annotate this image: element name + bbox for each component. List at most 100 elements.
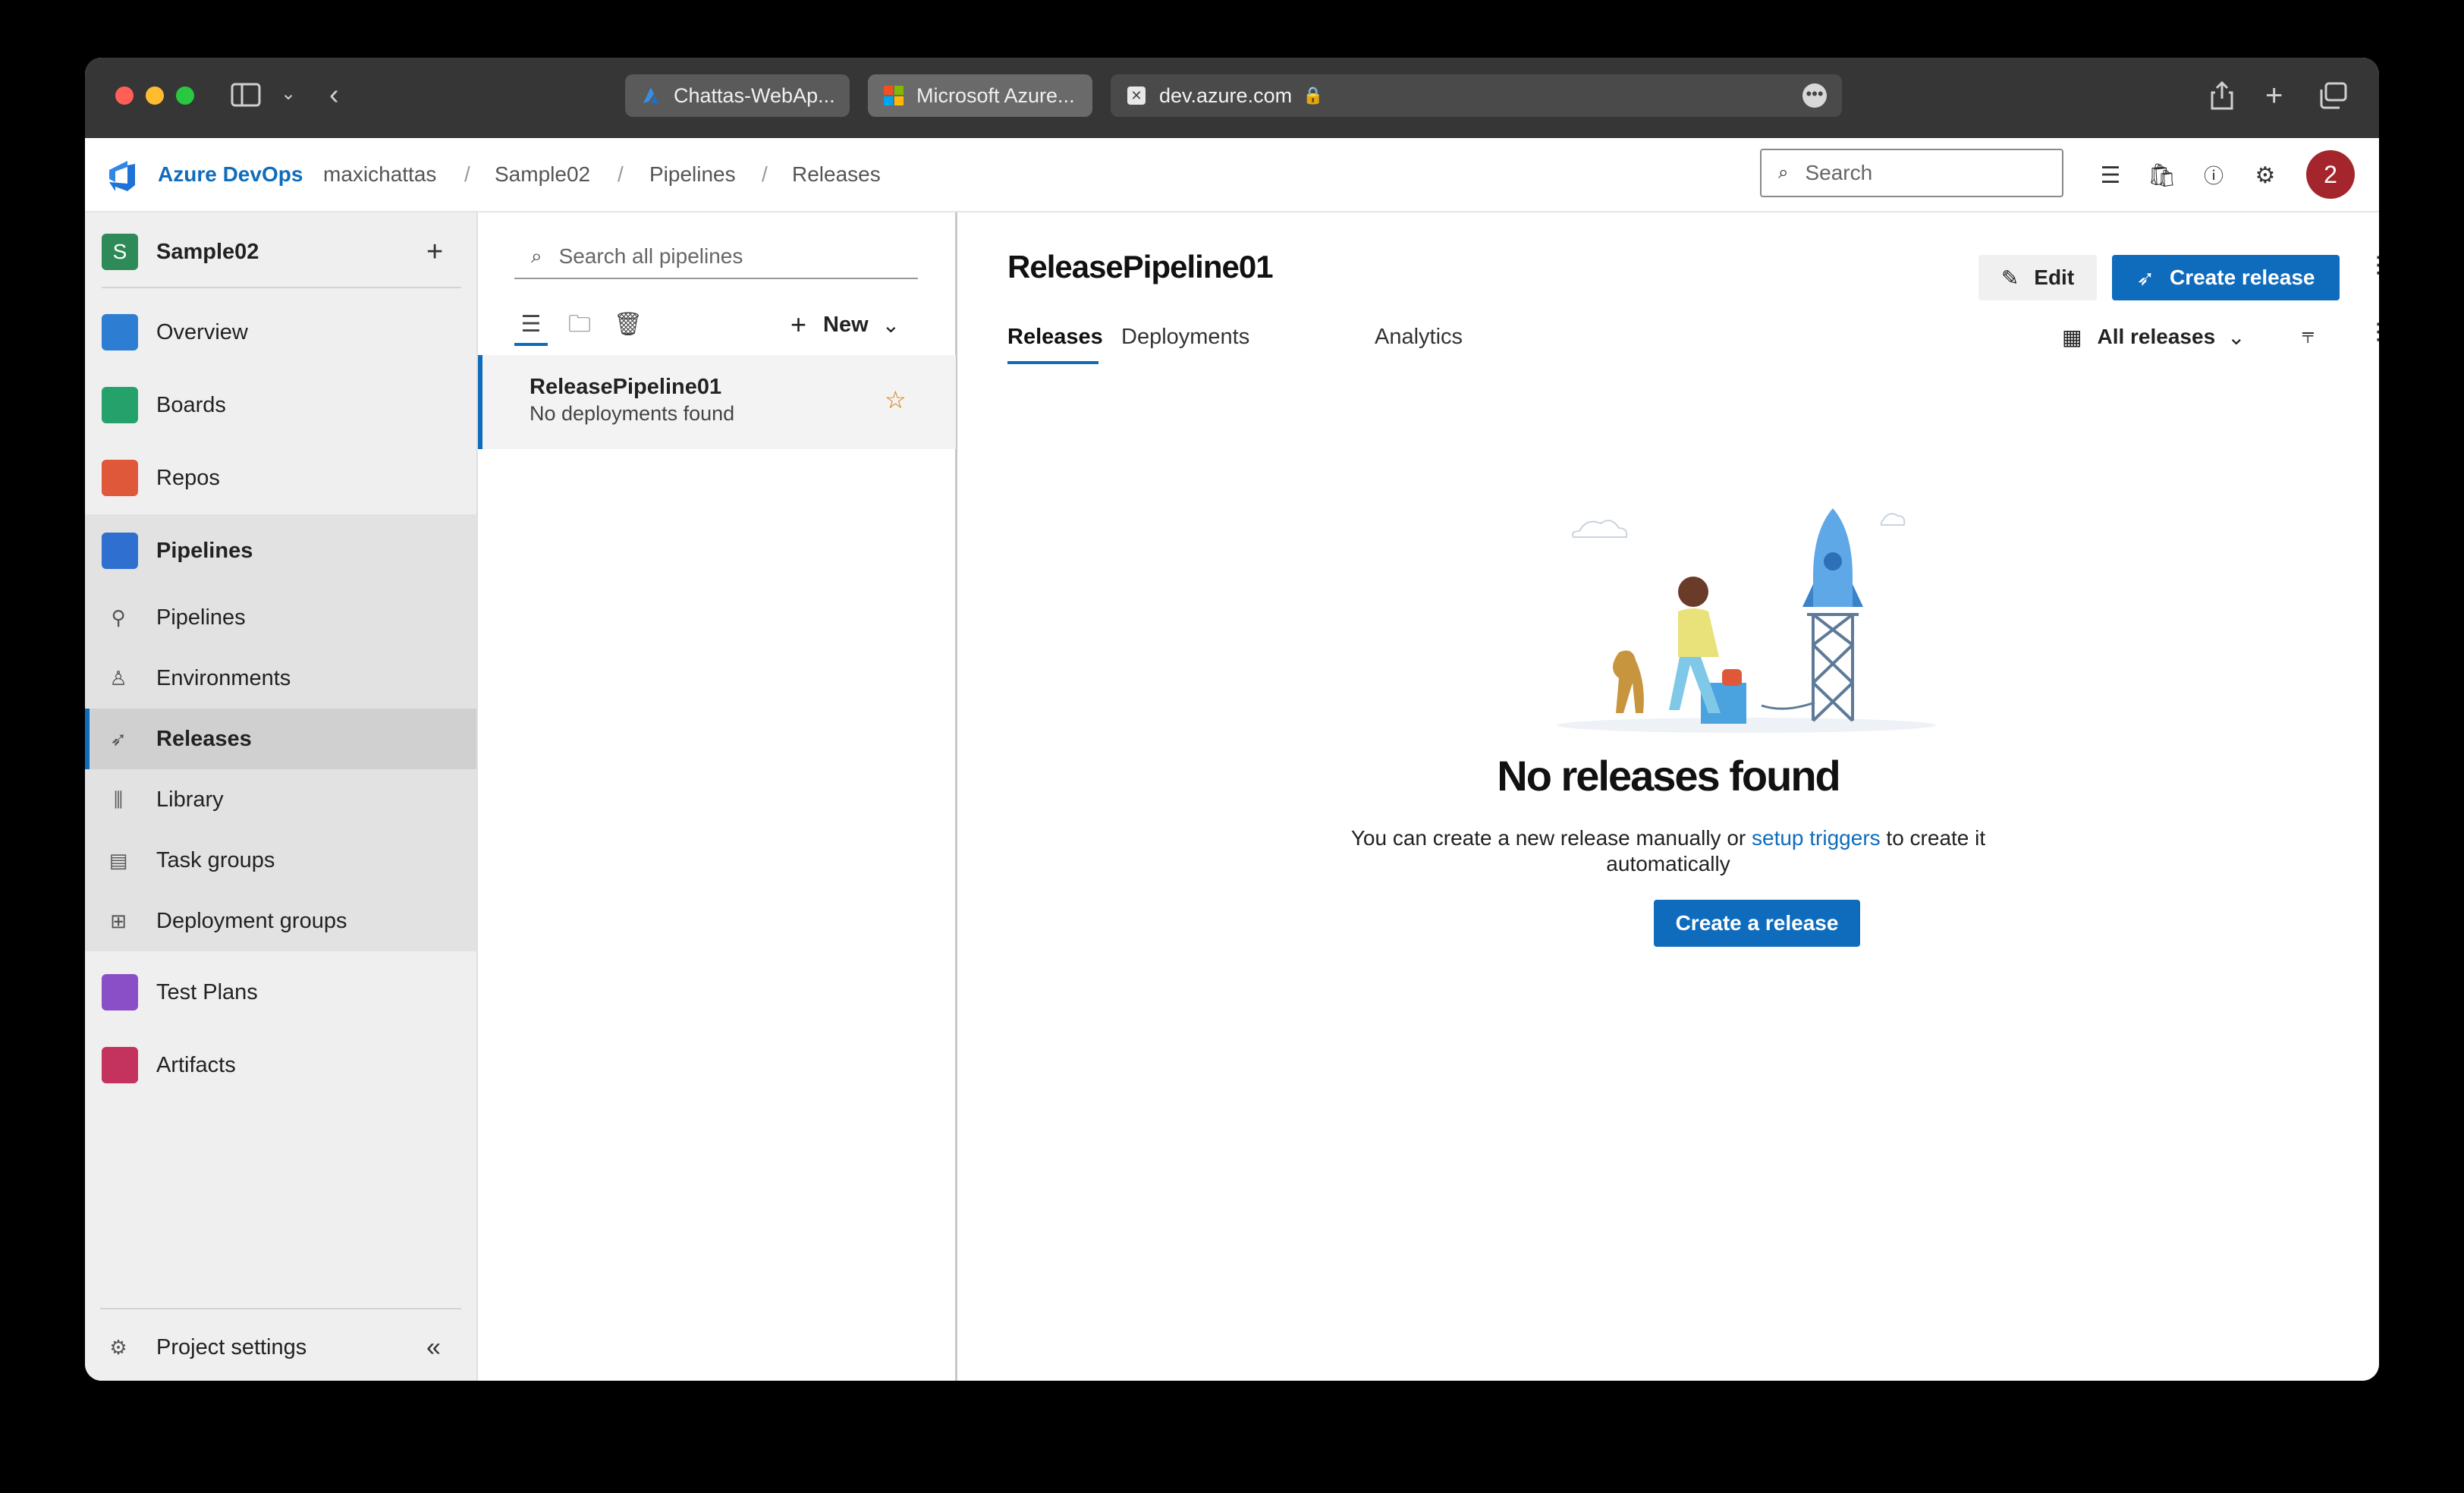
sidebar-subitem-releases[interactable]: ➶ Releases bbox=[85, 709, 476, 769]
new-tab-icon[interactable]: + bbox=[2265, 80, 2283, 111]
project-sidebar: S Sample02 + Overview Boards Repos Pipel… bbox=[85, 212, 478, 1381]
more-options-icon[interactable]: ⋮ bbox=[2367, 321, 2379, 344]
collapse-sidebar-icon[interactable]: « bbox=[426, 1333, 441, 1363]
more-options-icon[interactable]: ••• bbox=[1802, 83, 1827, 108]
back-icon[interactable]: ‹ bbox=[329, 80, 339, 109]
tab-analytics[interactable]: Analytics bbox=[1375, 325, 1463, 350]
sidebar-item-repos[interactable]: Repos bbox=[85, 442, 476, 514]
search-placeholder: Search all pipelines bbox=[558, 244, 743, 268]
sidebar-item-pipelines[interactable]: Pipelines bbox=[85, 514, 476, 587]
sidebar-subitem-pipelines[interactable]: ⚲ Pipelines bbox=[85, 587, 476, 648]
azure-devops-logo-icon[interactable] bbox=[105, 156, 141, 193]
tab-label: Microsoft Azure... bbox=[916, 83, 1075, 107]
breadcrumb-releases[interactable]: Releases bbox=[792, 162, 881, 187]
sidebar-subitem-library[interactable]: ⫼ Library bbox=[85, 769, 476, 830]
search-placeholder: Search bbox=[1805, 161, 1873, 184]
favorite-star-icon[interactable]: ☆ bbox=[885, 385, 907, 414]
address-bar[interactable]: ✕ dev.azure.com 🔒 ••• bbox=[1111, 74, 1842, 117]
create-a-release-button[interactable]: Create a release bbox=[1654, 900, 1860, 947]
sidebar-subitem-environments[interactable]: ♙ Environments bbox=[85, 648, 476, 709]
create-release-button[interactable]: ➶ Create release bbox=[2112, 255, 2340, 300]
deployment-groups-icon: ⊞ bbox=[110, 910, 127, 932]
sidebar-item-label: Overview bbox=[156, 319, 248, 344]
filter-icon[interactable]: ⫧ bbox=[2302, 323, 2315, 349]
sidebar-item-test-plans[interactable]: Test Plans bbox=[85, 956, 476, 1029]
browser-tab-azure[interactable]: Microsoft Azure... bbox=[868, 74, 1092, 117]
minimize-window-button[interactable] bbox=[146, 86, 164, 105]
pencil-icon: ✎ bbox=[2000, 266, 2019, 290]
avatar[interactable]: 2 bbox=[2306, 150, 2355, 199]
sidebar-subitem-deployment-groups[interactable]: ⊞ Deployment groups bbox=[85, 891, 476, 951]
release-pipeline-main: ReleasePipeline01 ✎ Edit ➶ Create releas… bbox=[957, 212, 2379, 1381]
artifacts-icon bbox=[102, 1047, 138, 1083]
pipeline-status: No deployments found bbox=[530, 402, 735, 425]
share-icon[interactable] bbox=[2209, 80, 2235, 115]
task-groups-icon: ▤ bbox=[108, 849, 128, 872]
test-plans-icon bbox=[102, 974, 138, 1011]
project-avatar: S bbox=[102, 234, 138, 270]
new-pipeline-button[interactable]: + New ⌄ bbox=[790, 305, 900, 344]
project-selector[interactable]: S Sample02 + bbox=[85, 218, 476, 285]
chevron-down-icon[interactable]: ⌄ bbox=[281, 85, 296, 103]
empty-state-illustration bbox=[1557, 508, 1936, 733]
user-settings-icon[interactable]: ⚙ bbox=[2250, 161, 2280, 191]
setup-triggers-link[interactable]: setup triggers bbox=[1752, 826, 1881, 850]
add-icon[interactable]: + bbox=[426, 236, 443, 269]
lock-icon: 🔒 bbox=[1303, 86, 1324, 105]
tab-releases[interactable]: Releases bbox=[1007, 325, 1103, 350]
rocket-icon: ➶ bbox=[2136, 266, 2154, 290]
sidebar-item-label: Task groups bbox=[156, 847, 275, 872]
project-settings-link[interactable]: ⚙ Project settings « bbox=[85, 1314, 476, 1381]
edit-button[interactable]: ✎ Edit bbox=[1978, 255, 2097, 300]
browser-tab-webapp[interactable]: Chattas-WebAp... bbox=[625, 74, 850, 117]
empty-text-before: You can create a new release manually or bbox=[1350, 826, 1752, 850]
pipelines-icon bbox=[102, 533, 138, 569]
table-icon: ▦ bbox=[2062, 325, 2082, 349]
tab-overview-icon[interactable] bbox=[2318, 82, 2347, 114]
browser-toolbar: ⌄ ‹ Chattas-WebAp... Microsoft Azure... … bbox=[85, 58, 2379, 138]
sidebar-item-artifacts[interactable]: Artifacts bbox=[85, 1029, 476, 1102]
header-search-input[interactable]: ⌕ Search bbox=[1760, 149, 2063, 197]
close-window-button[interactable] bbox=[115, 86, 134, 105]
search-icon: ⌕ bbox=[1778, 162, 1789, 183]
sidebar-item-overview[interactable]: Overview bbox=[85, 296, 476, 369]
sidebar-item-label: Deployment groups bbox=[156, 908, 347, 933]
divider bbox=[102, 287, 461, 288]
help-icon[interactable]: ⓘ bbox=[2198, 161, 2229, 191]
work-items-icon[interactable]: ☰ bbox=[2095, 161, 2126, 191]
plus-icon: + bbox=[790, 309, 807, 340]
sidebar-item-label: Releases bbox=[156, 726, 252, 751]
microsoft-icon bbox=[884, 86, 904, 105]
all-releases-dropdown[interactable]: ▦ All releases ⌄ bbox=[2062, 319, 2246, 355]
list-view-icon[interactable]: ☰ bbox=[516, 310, 546, 340]
breadcrumb-project[interactable]: Sample02 bbox=[495, 162, 590, 187]
library-icon: ⫼ bbox=[114, 788, 123, 811]
breadcrumb-organization[interactable]: maxichattas bbox=[323, 162, 436, 187]
breadcrumb-pipelines[interactable]: Pipelines bbox=[649, 162, 736, 187]
breadcrumb-separator: / bbox=[762, 162, 768, 186]
sidebar-item-label: Library bbox=[156, 787, 224, 812]
sidebar-item-boards[interactable]: Boards bbox=[85, 369, 476, 442]
pipelines-search-input[interactable]: ⌕ Search all pipelines bbox=[514, 235, 918, 279]
sidebar-subitem-task-groups[interactable]: ▤ Task groups bbox=[85, 830, 476, 891]
marketplace-icon[interactable]: 🛍 bbox=[2147, 161, 2177, 191]
more-actions-icon[interactable]: ⋮ bbox=[2367, 254, 2379, 277]
active-view-indicator bbox=[514, 343, 548, 346]
pipeline-name: ReleasePipeline01 bbox=[530, 375, 722, 399]
pipelines-list-pane: ⌕ Search all pipelines ☰ 🗀 🗑 + New ⌄ Rel… bbox=[478, 212, 957, 1381]
trash-icon[interactable]: 🗑 bbox=[613, 310, 643, 340]
tab-label: Chattas-WebAp... bbox=[674, 83, 835, 107]
zoom-window-button[interactable] bbox=[176, 86, 194, 105]
boards-icon bbox=[102, 387, 138, 423]
search-icon: ⌕ bbox=[531, 244, 542, 267]
sidebar-toggle-icon[interactable] bbox=[231, 82, 261, 112]
edit-label: Edit bbox=[2034, 266, 2075, 289]
tab-deployments[interactable]: Deployments bbox=[1121, 325, 1249, 350]
divider bbox=[100, 1308, 461, 1309]
pipeline-list-item[interactable]: ReleasePipeline01 No deployments found ☆ bbox=[478, 355, 956, 449]
folder-view-icon[interactable]: 🗀 bbox=[564, 310, 595, 340]
page-title: ReleasePipeline01 bbox=[1007, 249, 1274, 284]
sidebar-item-label: Repos bbox=[156, 465, 220, 490]
sidebar-item-label: Boards bbox=[156, 392, 226, 417]
brand-link[interactable]: Azure DevOps bbox=[158, 162, 303, 187]
